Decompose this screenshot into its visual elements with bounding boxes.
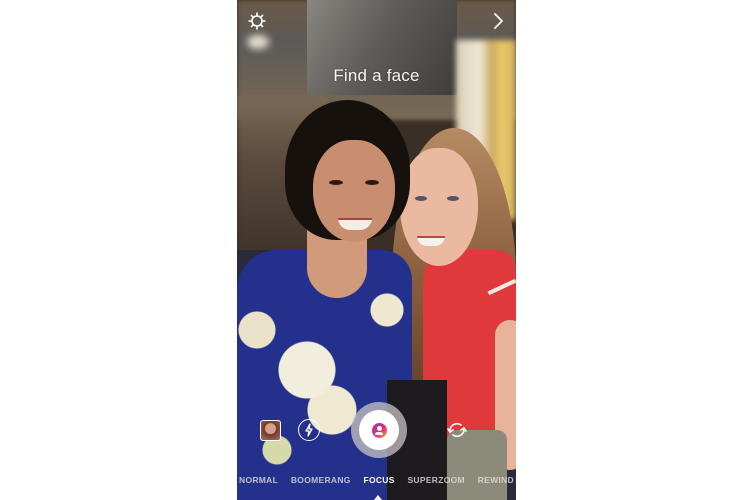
focus-portrait-icon	[371, 422, 387, 438]
flash-icon[interactable]	[298, 419, 320, 441]
gallery-thumbnail-icon[interactable]	[260, 420, 281, 441]
shutter-button[interactable]	[359, 410, 399, 450]
camera-mode-selector: NORMAL BOOMERANG FOCUS SUPERZOOM REWIND	[237, 475, 516, 489]
camera-overlay: Find a face NORMAL BOOMERANG FOCUS SUPER…	[237, 0, 516, 500]
find-face-prompt: Find a face	[333, 66, 420, 85]
portrait-head	[376, 425, 382, 431]
chevron-right-icon[interactable]	[490, 11, 506, 31]
mode-boomerang[interactable]: BOOMERANG	[291, 475, 351, 489]
camera-screen: Find a face NORMAL BOOMERANG FOCUS SUPER…	[237, 0, 516, 500]
mode-rewind[interactable]: REWIND	[478, 475, 514, 489]
mode-focus[interactable]: FOCUS	[363, 475, 394, 489]
mode-superzoom[interactable]: SUPERZOOM	[407, 475, 464, 489]
portrait-body	[375, 431, 383, 435]
active-mode-indicator	[374, 495, 382, 500]
gear-icon[interactable]	[247, 11, 267, 31]
mode-normal[interactable]: NORMAL	[239, 475, 278, 489]
flip-camera-icon[interactable]	[446, 419, 468, 441]
